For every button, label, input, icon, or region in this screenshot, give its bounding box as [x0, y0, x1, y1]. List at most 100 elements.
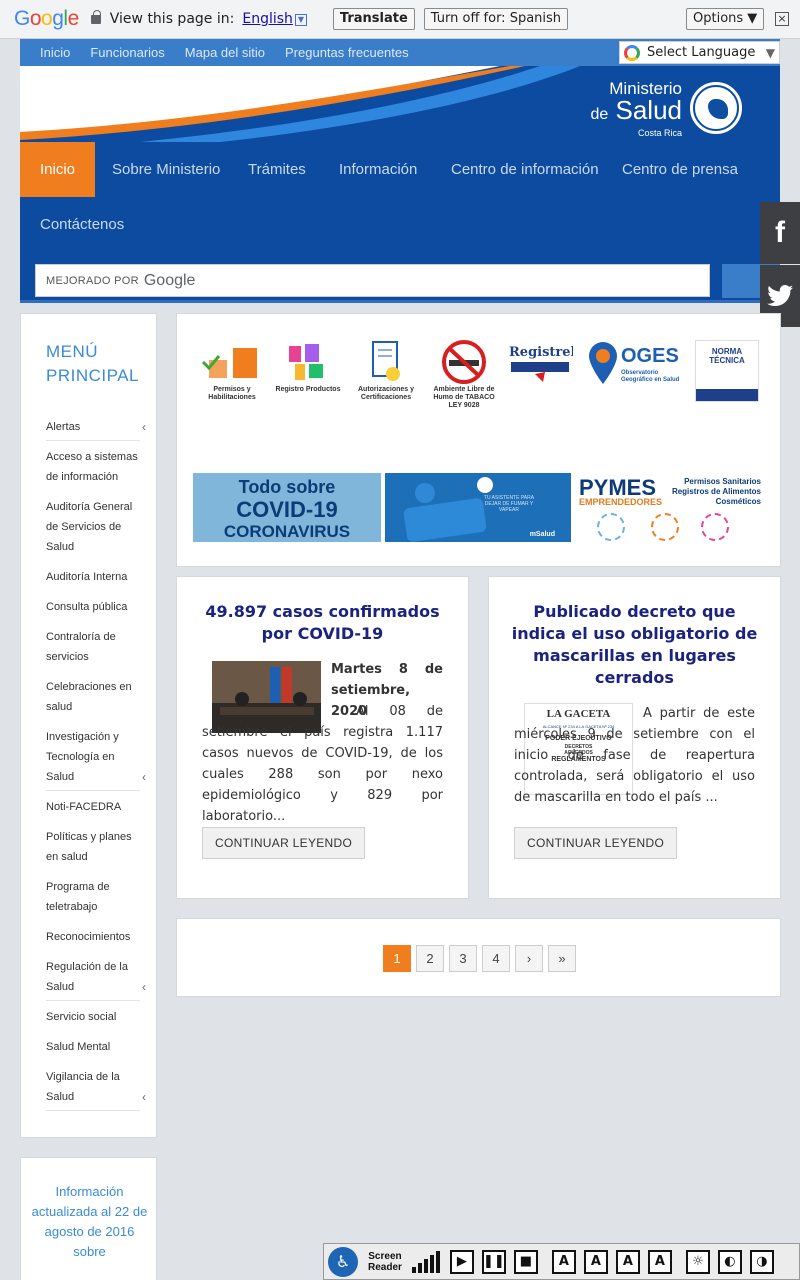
translate-button[interactable]: Translate: [332, 8, 415, 30]
sidebar-info-text[interactable]: Información actualizada al 22 de agosto …: [31, 1182, 148, 1262]
turn-off-button[interactable]: Turn off for: Spanish: [423, 8, 569, 30]
read-more-button[interactable]: CONTINUAR LEYENDO: [514, 827, 678, 859]
assistant-brand: mSalud: [529, 531, 555, 538]
language-link[interactable]: English ▼: [242, 11, 307, 27]
assistant-text: TU ASISTENTE PARA DEJAR DE FUMAR Y VAPEA…: [483, 495, 535, 513]
sidebar-item-celebraciones[interactable]: Celebraciones en salud: [46, 677, 140, 717]
sidebar-item-salud-mental[interactable]: Salud Mental: [46, 1037, 140, 1057]
top-link-mapa[interactable]: Mapa del sitio: [185, 45, 265, 60]
read-more-button[interactable]: CONTINUAR LEYENDO: [202, 827, 366, 859]
tabaco-caption: Ambiente Libre de Humo de TABACO LEY 902…: [433, 386, 495, 409]
registro-productos-icon: [289, 344, 323, 380]
sidebar-item-regulacion[interactable]: Regulación de la Salud ‹: [46, 957, 146, 1001]
sidebar-item-label: Acceso a sistemas de información: [46, 451, 138, 483]
sidebar-item-reconocimientos[interactable]: Reconocimientos: [46, 927, 140, 947]
text-size-down-icon[interactable]: A: [551, 1249, 576, 1274]
pause-icon[interactable]: ❚❚: [481, 1249, 506, 1274]
nav-item-contactenos[interactable]: Contáctenos: [40, 197, 124, 252]
sidebar-item-teletrabajo[interactable]: Programa de teletrabajo: [46, 877, 140, 917]
nav-item-centro-informacion[interactable]: Centro de información: [451, 142, 599, 197]
norma-tecnica-logo[interactable]: NORMA TÉCNICA: [695, 340, 759, 402]
autorizaciones-logo[interactable]: Autorizaciones y Certificaciones: [353, 340, 419, 422]
play-icon[interactable]: ▶: [449, 1249, 474, 1274]
registrelo-logo[interactable]: Registrelo: [507, 340, 584, 422]
page-1-button[interactable]: 1: [383, 945, 411, 972]
sidebar-item-auditoria-general[interactable]: Auditoría General de Servicios de Salud: [46, 497, 140, 557]
facebook-button[interactable]: f: [760, 202, 800, 264]
chevron-left-icon: ‹: [142, 1090, 146, 1104]
stop-icon[interactable]: ■: [513, 1249, 538, 1274]
tabaco-logo[interactable]: Ambiente Libre de Humo de TABACO LEY 902…: [431, 340, 497, 422]
text-size-up-icon[interactable]: A: [583, 1249, 608, 1274]
sidebar-item-contraloria[interactable]: Contraloría de servicios: [46, 627, 140, 667]
brand-line3: Costa Rica: [637, 128, 682, 138]
services-logos-panel: Permisos y Habilitaciones Registro Produ…: [176, 313, 781, 567]
svg-text:OGES: OGES: [621, 345, 679, 367]
nav-item-tramites[interactable]: Trámites: [248, 142, 306, 197]
no-smoking-icon: [442, 340, 486, 384]
sidebar-item-label: Servicio social: [46, 1011, 117, 1023]
permisos-logo[interactable]: Permisos y Habilitaciones: [199, 340, 265, 422]
nav-item-inicio[interactable]: Inicio: [20, 142, 96, 197]
top-link-preguntas[interactable]: Preguntas frecuentes: [285, 45, 409, 60]
pagination: 1 2 3 4 › »: [176, 918, 781, 997]
page-2-button[interactable]: 2: [416, 945, 444, 972]
sidebar-item-vigilancia[interactable]: Vigilancia de la Salud ‹: [46, 1067, 146, 1111]
sidebar-item-label: Consulta pública: [46, 601, 128, 613]
chevron-down-icon[interactable]: ▼: [294, 14, 307, 26]
google-g-icon: [624, 44, 640, 61]
search-google-label: Google: [143, 271, 196, 289]
sidebar-item-label: Noti-FACEDRA: [46, 801, 122, 813]
sidebar-item-politicas[interactable]: Políticas y planes en salud: [46, 827, 140, 867]
sidebar-item-noti-facedra[interactable]: Noti-FACEDRA: [46, 797, 140, 817]
sidebar-item-consulta[interactable]: Consulta pública: [46, 597, 140, 617]
main-nav: Inicio Sobre Ministerio Trámites Informa…: [20, 142, 780, 303]
text-spacing-icon[interactable]: A: [615, 1249, 640, 1274]
top-link-funcionarios[interactable]: Funcionarios: [90, 45, 164, 60]
sidebar-item-investigacion[interactable]: Investigación y Tecnología en Salud ‹: [46, 727, 146, 791]
options-button[interactable]: Options ▼: [686, 8, 765, 30]
news-title[interactable]: Publicado decreto que indica el uso obli…: [509, 601, 760, 689]
screen-reader-label: Screen Reader: [368, 1251, 402, 1273]
chevron-left-icon: ‹: [142, 770, 146, 784]
page-3-button[interactable]: 3: [449, 945, 477, 972]
registro-productos-logo[interactable]: Registro Productos: [275, 340, 341, 422]
next-page-button[interactable]: ›: [515, 945, 543, 972]
covid-banner[interactable]: Todo sobre COVID-19 CORONAVIRUS: [193, 473, 381, 542]
sidebar-item-alertas[interactable]: Alertas ‹: [46, 417, 146, 441]
volume-icon[interactable]: [411, 1250, 442, 1273]
search-input[interactable]: MEJORADO POR Google: [35, 264, 710, 297]
translate-bar: Google View this page in: English ▼ Trans…: [0, 0, 800, 39]
contrast-icon[interactable]: ◐: [717, 1249, 742, 1274]
ministerio-logo[interactable]: Ministerio de Salud Costa Rica: [590, 80, 682, 139]
sidebar-item-label: Reconocimientos: [46, 931, 131, 943]
accessibility-icon[interactable]: ♿: [328, 1246, 358, 1277]
top-link-inicio[interactable]: Inicio: [40, 45, 70, 60]
autorizaciones-icon: [372, 341, 400, 381]
sidebar-item-acceso[interactable]: Acceso a sistemas de información: [46, 447, 140, 487]
registro-productos-caption: Registro Productos: [275, 386, 341, 393]
invert-icon[interactable]: ◑: [749, 1249, 774, 1274]
nav-item-sobre-ministerio[interactable]: Sobre Ministerio: [112, 142, 220, 197]
pymes-right-text: Permisos Sanitarios Registros de Aliment…: [671, 477, 761, 506]
nav-item-informacion[interactable]: Información: [339, 142, 417, 197]
chevron-left-icon: ‹: [142, 980, 146, 994]
brightness-icon[interactable]: ☼: [685, 1249, 710, 1274]
oges-logo[interactable]: OGES Observatorio Geográfico en Salud: [587, 340, 680, 422]
news-title[interactable]: 49.897 casos confirmados por COVID-19: [197, 601, 448, 645]
pymes-food-icon: [701, 513, 729, 541]
pymes-banner[interactable]: PYMES EMPRENDEDORES Permisos Sanitarios …: [577, 473, 763, 542]
brand-prefix: de: [590, 106, 609, 123]
nav-item-centro-prensa[interactable]: Centro de prensa: [622, 142, 738, 197]
close-icon[interactable]: ×: [775, 12, 789, 26]
sidebar-item-servicio-social[interactable]: Servicio social: [46, 1007, 140, 1027]
last-page-button[interactable]: »: [548, 945, 576, 972]
news-excerpt: . Al 08 de setiembre el país registra 1.…: [202, 704, 443, 824]
language-select[interactable]: Select Language ▼: [619, 41, 780, 64]
page-4-button[interactable]: 4: [482, 945, 510, 972]
text-reset-icon[interactable]: A: [647, 1249, 672, 1274]
sidebar-item-auditoria-interna[interactable]: Auditoría Interna: [46, 567, 140, 587]
google-logo: Google: [14, 7, 79, 30]
news-excerpt-text: A partir de este miércoles 9 de setiembr…: [514, 706, 755, 805]
quit-smoking-banner[interactable]: TU ASISTENTE PARA DEJAR DE FUMAR Y VAPEA…: [385, 473, 571, 542]
